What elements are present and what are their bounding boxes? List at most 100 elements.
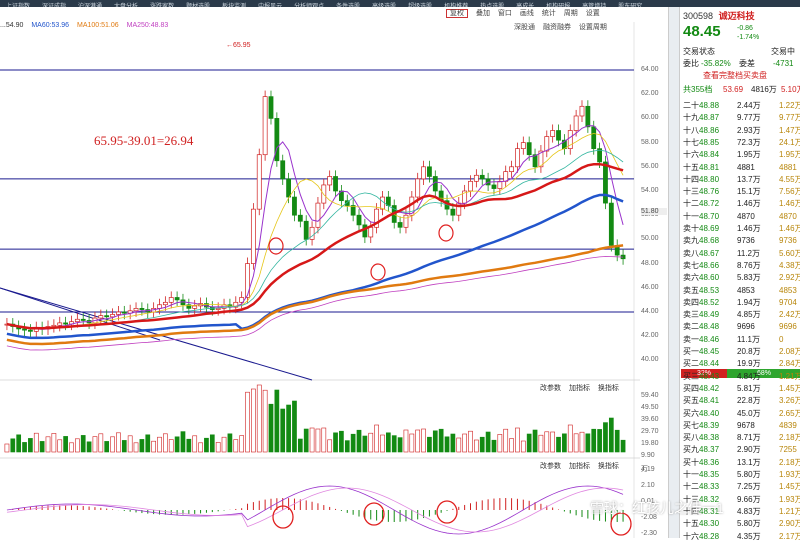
macd-switch-button[interactable]: 换指标 bbox=[598, 463, 619, 470]
candle-body bbox=[427, 166, 432, 177]
candle-body bbox=[268, 96, 274, 119]
volume-bar bbox=[157, 436, 162, 453]
sell-level-row[interactable]: 十三 48.76 15.1万 7.56万 bbox=[681, 187, 800, 197]
sell-level-row[interactable]: 卖七 48.66 8.76万 4.38万 bbox=[681, 261, 800, 271]
buy-level-row[interactable]: 买八 48.38 8.71万 2.18万 bbox=[681, 433, 800, 443]
volume-bar bbox=[69, 442, 74, 453]
volume-bar bbox=[515, 427, 520, 453]
buy-level-price: 48.38 bbox=[699, 433, 720, 443]
candle-body bbox=[526, 142, 532, 156]
buy-level-row[interactable]: 十二 48.33 7.25万 1.45万 bbox=[681, 482, 800, 492]
volume-bar bbox=[585, 433, 591, 453]
buy-level-label: 买四 bbox=[683, 383, 699, 393]
volume-bar bbox=[204, 437, 209, 453]
volume-bar bbox=[227, 433, 233, 453]
volume-bar bbox=[209, 434, 215, 453]
candle-body bbox=[603, 161, 608, 204]
volume-bar bbox=[344, 440, 350, 453]
buy-level-label: 买八 bbox=[683, 433, 699, 443]
sell-level-vol: 11.2万 bbox=[737, 248, 760, 258]
volume-bar bbox=[104, 441, 110, 453]
buy-level-vol: 5.80万 bbox=[737, 470, 761, 479]
candle-body bbox=[250, 208, 256, 264]
volume-bar bbox=[556, 436, 561, 453]
candle-body bbox=[591, 126, 597, 150]
sell-level-price: 48.53 bbox=[699, 285, 720, 295]
sell-level-price: 48.60 bbox=[699, 273, 720, 283]
buy-level-vol: 22.8万 bbox=[737, 396, 761, 406]
candle-body bbox=[139, 308, 145, 310]
volume-bar bbox=[550, 431, 556, 453]
buy-level-row[interactable]: 买九 48.37 2.90万 7255 bbox=[681, 445, 800, 455]
sell-level-label: 卖九 bbox=[683, 236, 699, 246]
sell-level-amt: 5.60万 bbox=[779, 248, 800, 258]
weibi-row: 委比 -35.82% 委差 -4731 bbox=[681, 59, 800, 69]
sell-level-row[interactable]: 二十 48.88 2.44万 1.22万 bbox=[681, 101, 800, 111]
side-tab-strip[interactable] bbox=[669, 7, 680, 538]
volume-bar bbox=[16, 434, 22, 453]
kline-chart[interactable] bbox=[0, 7, 640, 538]
sell-level-row[interactable]: 卖三 48.49 4.85万 2.42万 bbox=[681, 310, 800, 320]
buy-level-amt: 4839 bbox=[779, 420, 797, 430]
buy-level-price: 48.28 bbox=[699, 531, 720, 541]
buy-level-label: 买五 bbox=[683, 396, 699, 406]
buy-level-row[interactable]: 十一 48.35 5.80万 1.93万 bbox=[681, 470, 800, 480]
buy-level-row[interactable]: 买五 48.41 22.8万 3.26万 bbox=[681, 396, 800, 406]
peak-price-label: ←65.95 bbox=[226, 42, 251, 49]
volume-bar bbox=[421, 428, 426, 453]
sell-level-row[interactable]: 卖六 48.60 5.83万 2.92万 bbox=[681, 273, 800, 283]
sell-level-row[interactable]: 卖八 48.67 11.2万 5.60万 bbox=[681, 249, 800, 259]
total-levels: 共355档 bbox=[683, 85, 713, 94]
sell-level-row[interactable]: 卖五 48.53 4853 4853 bbox=[681, 286, 800, 296]
sell-level-amt: 1.47万 bbox=[779, 125, 800, 135]
price-tick-label: 44.00 bbox=[641, 308, 659, 315]
candle-body bbox=[468, 180, 473, 192]
buy-level-row[interactable]: 买四 48.42 5.81万 1.45万 bbox=[681, 384, 800, 394]
buy-level-price: 48.45 bbox=[699, 347, 720, 356]
sell-level-amt: 4.38万 bbox=[779, 260, 800, 270]
volume-bar bbox=[509, 438, 514, 453]
buy-level-row[interactable]: 十五 48.30 5.80万 2.90万 bbox=[681, 519, 800, 529]
sell-level-row[interactable]: 卖四 48.52 1.94万 9704 bbox=[681, 298, 800, 308]
buy-level-row[interactable]: 买二 48.44 19.9万 2.84万 bbox=[681, 359, 800, 369]
macd-param-button[interactable]: 改参数 bbox=[540, 463, 561, 470]
sell-level-row[interactable]: 卖一 48.46 11.1万 0 bbox=[681, 335, 800, 345]
sell-level-row[interactable]: 十六 48.84 1.95万 1.95万 bbox=[681, 150, 800, 160]
sell-level-row[interactable]: 十八 48.86 2.93万 1.47万 bbox=[681, 126, 800, 136]
volume-bar bbox=[456, 437, 462, 453]
sell-level-row[interactable]: 卖二 48.48 9696 9696 bbox=[681, 322, 800, 332]
sell-level-row[interactable]: 十一 48.70 4870 4870 bbox=[681, 212, 800, 222]
volume-bar bbox=[321, 427, 327, 453]
buy-level-row[interactable]: 买七 48.39 9678 4839 bbox=[681, 421, 800, 431]
sell-level-amt: 4881 bbox=[779, 162, 797, 172]
sell-level-row[interactable]: 十四 48.80 13.7万 4.55万 bbox=[681, 175, 800, 185]
buy-level-row[interactable]: 买三 48.43 4.84万 1.21万 bbox=[681, 372, 800, 382]
buy-level-amt: 1.93万 bbox=[779, 494, 800, 504]
volume-bar bbox=[51, 433, 57, 453]
sell-level-row[interactable]: 卖九 48.68 9736 9736 bbox=[681, 236, 800, 246]
sell-level-vol: 4.85万 bbox=[737, 310, 761, 320]
sell-level-amt: 9.77万 bbox=[779, 113, 800, 123]
sell-level-label: 卖四 bbox=[683, 297, 699, 307]
sell-level-row[interactable]: 十五 48.81 4881 4881 bbox=[681, 163, 800, 173]
volume-switch-button[interactable]: 换指标 bbox=[598, 385, 619, 392]
sell-level-row[interactable]: 卖十 48.69 1.46万 1.46万 bbox=[681, 224, 800, 234]
sell-level-amt: 7.56万 bbox=[779, 187, 800, 197]
sell-level-row[interactable]: 十七 48.85 72.3万 24.1万 bbox=[681, 138, 800, 148]
sell-level-row[interactable]: 十九 48.87 9.77万 9.77万 bbox=[681, 113, 800, 123]
buy-level-row[interactable]: 买十 48.36 13.1万 2.18万 bbox=[681, 458, 800, 468]
full-book-link[interactable]: 查看完整档买卖盘 bbox=[703, 71, 767, 81]
buy-level-row[interactable]: 十六 48.28 4.35万 2.17万 bbox=[681, 532, 800, 542]
buy-level-row[interactable]: 买一 48.45 20.8万 2.08万 bbox=[681, 347, 800, 357]
buy-level-amt: 1.21万 bbox=[779, 371, 800, 381]
macd-add-button[interactable]: 加指标 bbox=[569, 463, 590, 470]
sell-level-row[interactable]: 十二 48.72 1.46万 1.46万 bbox=[681, 199, 800, 209]
sell-level-amt: 4.55万 bbox=[779, 174, 800, 184]
weicha-value: -4731 bbox=[773, 59, 794, 68]
volume-bar bbox=[526, 433, 532, 453]
volume-add-button[interactable]: 加指标 bbox=[569, 385, 590, 392]
volume-param-button[interactable]: 改参数 bbox=[540, 385, 561, 392]
volume-bar bbox=[474, 439, 479, 453]
buy-level-row[interactable]: 买六 48.40 45.0万 2.65万 bbox=[681, 409, 800, 419]
buy-level-price: 48.36 bbox=[699, 457, 720, 467]
